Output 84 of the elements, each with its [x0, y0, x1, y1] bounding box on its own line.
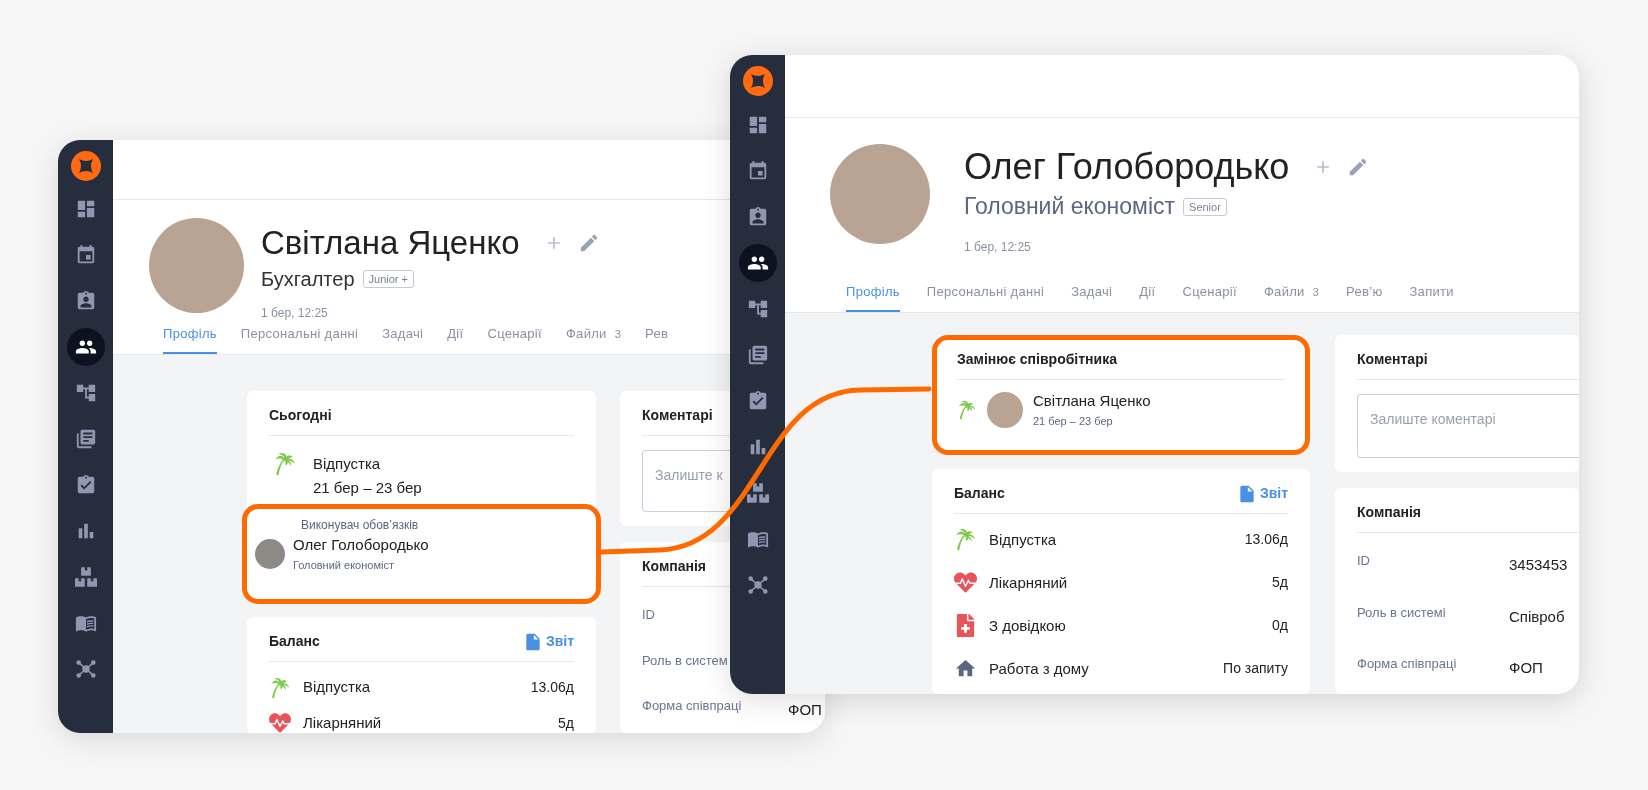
tab[interactable]: Файли 3	[1263, 281, 1320, 313]
updated-date: 1 бер, 12:25	[261, 304, 329, 322]
field-value: Співроб	[1509, 606, 1565, 627]
card-title: Компанія	[642, 557, 707, 577]
grade-badge: Junior +	[362, 269, 414, 288]
comment-field[interactable]: Залиште коментарі	[1357, 394, 1579, 459]
card-title: Коментарі	[642, 406, 713, 426]
tab[interactable]: Профіль	[846, 281, 900, 313]
logo-icon[interactable]	[70, 151, 101, 181]
tab[interactable]: Профіль	[163, 323, 217, 355]
documents-icon	[746, 344, 769, 366]
report-link[interactable]: Звіт	[522, 631, 574, 653]
card-title: Баланс	[954, 484, 1005, 504]
tab[interactable]: Запити	[1409, 281, 1454, 313]
balance-label: Відпустка	[303, 677, 371, 698]
tab[interactable]: Персональні данні	[240, 323, 359, 355]
avatar-placeholder	[987, 391, 1023, 428]
employee-name: Олег Голобородько	[964, 146, 1290, 188]
card-title: Компанія	[1357, 503, 1422, 523]
balance-value: По запиту	[1223, 659, 1288, 679]
employee-name: Світлана Яценко	[261, 224, 520, 262]
medical-file-icon	[954, 614, 977, 638]
tab[interactable]: Дії	[447, 323, 464, 355]
acting-name: Олег Голобородько	[293, 535, 429, 556]
updated-date: 1 бер, 12:25	[964, 238, 1032, 256]
card-title: Сьогодні	[269, 406, 332, 426]
balance-label: Відпустка	[989, 529, 1057, 550]
field-label: ID	[1357, 552, 1371, 571]
balance-label: Работа з дому	[989, 658, 1089, 679]
field-label: Роль в системі	[1357, 603, 1447, 622]
field-value: ФОП	[788, 700, 822, 721]
network-icon[interactable]	[74, 658, 97, 680]
avatar-placeholder	[255, 538, 285, 569]
boxes-icon	[746, 482, 769, 504]
tab[interactable]: Сценарії	[487, 323, 542, 355]
card-title: Коментарі	[1357, 350, 1428, 370]
card-title: Баланс	[269, 632, 320, 652]
flow-icon	[74, 382, 97, 404]
grade-badge: Senior	[1183, 197, 1227, 216]
palm-tree-icon	[954, 528, 977, 552]
replaced-dates: 21 бер – 23 бер	[1033, 413, 1114, 429]
field-label: ID	[642, 606, 656, 625]
tab[interactable]: Рев	[645, 323, 669, 355]
absence-dates: 21 бер – 23 бер	[313, 478, 422, 499]
sidebar-item[interactable]	[66, 328, 105, 366]
tab[interactable]: Файли 3	[565, 323, 622, 355]
heartbeat-icon	[269, 712, 291, 733]
replaced-name: Світлана Яценко	[1033, 391, 1151, 412]
balance-label: З довідкою	[989, 615, 1066, 636]
balance-value: 0д	[1272, 616, 1288, 636]
palm-tree-icon	[269, 676, 291, 699]
heartbeat-icon	[954, 571, 977, 595]
palm-tree-icon	[957, 399, 977, 420]
tab[interactable]: Дії	[1139, 281, 1156, 313]
tab[interactable]: Рев’ю	[1346, 281, 1383, 313]
card-title: Замінює співробітника	[957, 350, 1117, 370]
job-title: Головний економіст	[964, 192, 1176, 222]
acting-position: Головний економіст	[293, 557, 395, 573]
field-value: ФОП	[1509, 658, 1543, 679]
balance-value: 5д	[558, 713, 574, 733]
tab[interactable]: Задачі	[1071, 281, 1113, 313]
field-value: 3453453	[1509, 555, 1568, 576]
balance-value: 5д	[1272, 573, 1288, 593]
balance-label: Лікарняний	[303, 712, 382, 733]
tab[interactable]: Сценарії	[1182, 281, 1237, 313]
field-label: Форма співпраці	[1357, 655, 1458, 674]
palm-tree-icon	[273, 452, 297, 477]
tab[interactable]: Задачі	[382, 323, 424, 355]
flow-icon	[746, 298, 769, 320]
sidebar-item[interactable]	[738, 244, 777, 282]
balance-label: Лікарняний	[989, 572, 1068, 593]
balance-value: 13.06д	[1244, 530, 1288, 550]
boxes-icon	[74, 566, 97, 588]
field-label: Роль в систем	[642, 651, 729, 670]
field-label: Форма співпраці	[642, 697, 743, 716]
network-icon[interactable]	[746, 574, 769, 596]
acting-label: Виконувач обов’язків	[300, 517, 420, 535]
logo-icon[interactable]	[742, 66, 773, 96]
tab[interactable]: Персональні данні	[926, 281, 1045, 313]
job-title: Бухгалтер	[261, 266, 355, 292]
balance-value: 13.06д	[530, 678, 574, 698]
report-link[interactable]: Звіт	[1236, 483, 1288, 505]
absence-type: Відпустка	[313, 454, 382, 475]
documents-icon	[74, 428, 97, 450]
